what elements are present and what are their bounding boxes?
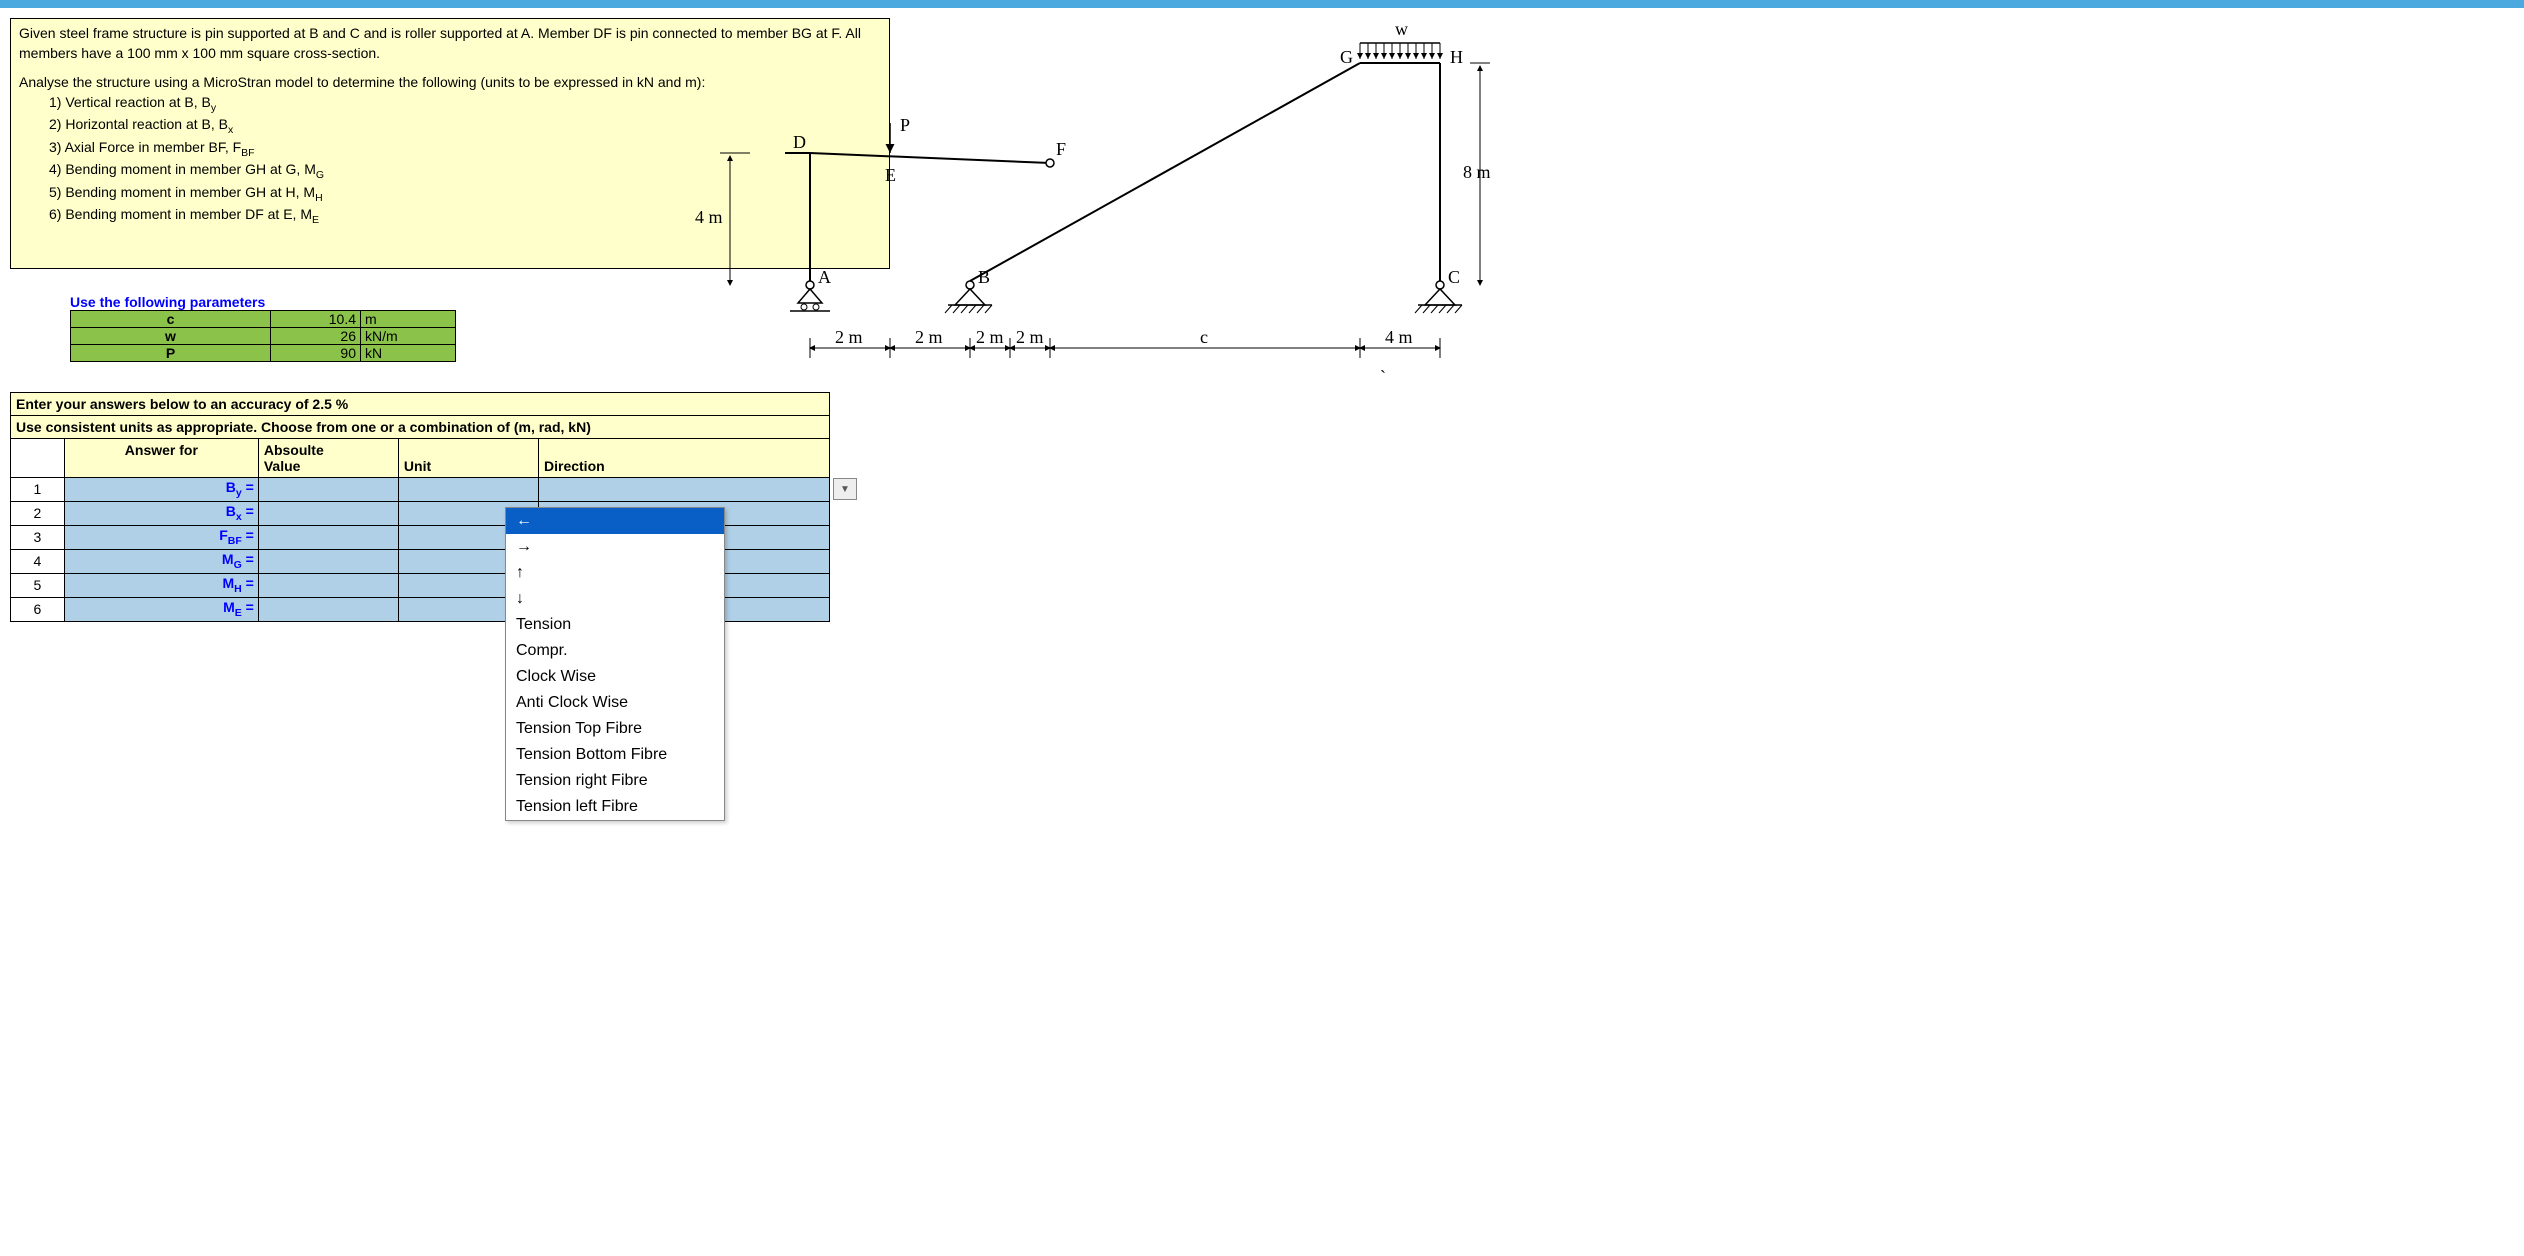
svg-text:c: c (1200, 327, 1208, 347)
svg-text:C: C (1448, 267, 1460, 287)
unit-input[interactable] (398, 477, 538, 501)
svg-text:4 m: 4 m (695, 207, 723, 227)
svg-text:A: A (818, 267, 831, 287)
direction-dropdown[interactable]: ← → ↑ ↓ Tension Compr. Clock Wise Anti C… (505, 507, 725, 821)
dropdown-button[interactable] (833, 478, 857, 500)
dropdown-option[interactable]: Tension Top Fibre (506, 716, 724, 742)
svg-text:B: B (978, 267, 990, 287)
value-input[interactable] (258, 549, 398, 573)
dropdown-option[interactable]: ↓ (506, 586, 724, 612)
svg-text:F: F (1056, 139, 1066, 159)
svg-text:`: ` (1380, 367, 1386, 387)
parameters-table: c10.4m w26kN/m P90kN (70, 310, 456, 362)
svg-text:w: w (1395, 19, 1408, 39)
dropdown-option[interactable]: ← (506, 508, 724, 534)
value-input[interactable] (258, 477, 398, 501)
svg-text:2 m: 2 m (1016, 327, 1044, 347)
svg-text:H: H (1450, 47, 1463, 67)
value-input[interactable] (258, 573, 398, 597)
dropdown-option[interactable]: Tension right Fibre (506, 768, 724, 794)
svg-text:2 m: 2 m (976, 327, 1004, 347)
value-input[interactable] (258, 525, 398, 549)
table-row: 1 By = (11, 477, 830, 501)
dropdown-option[interactable]: Tension left Fibre (506, 794, 724, 820)
structure-diagram: P w D E A B F G H C 4 m (680, 23, 1500, 373)
svg-text:2 m: 2 m (835, 327, 863, 347)
value-input[interactable] (258, 597, 398, 621)
svg-text:2 m: 2 m (915, 327, 943, 347)
svg-text:8 m: 8 m (1463, 162, 1491, 182)
dropdown-option[interactable]: Tension Bottom Fibre (506, 742, 724, 768)
dropdown-option[interactable]: Anti Clock Wise (506, 690, 724, 716)
dropdown-option[interactable]: ↑ (506, 560, 724, 586)
dropdown-option[interactable]: Clock Wise (506, 664, 724, 690)
direction-input[interactable] (539, 477, 830, 501)
dropdown-option[interactable]: Compr. (506, 638, 724, 664)
svg-text:P: P (900, 115, 910, 135)
dropdown-option[interactable]: Tension (506, 612, 724, 638)
svg-text:D: D (793, 132, 806, 152)
svg-text:G: G (1340, 47, 1353, 67)
dropdown-option[interactable]: → (506, 534, 724, 560)
svg-text:4 m: 4 m (1385, 327, 1413, 347)
svg-text:E: E (885, 165, 896, 185)
value-input[interactable] (258, 501, 398, 525)
